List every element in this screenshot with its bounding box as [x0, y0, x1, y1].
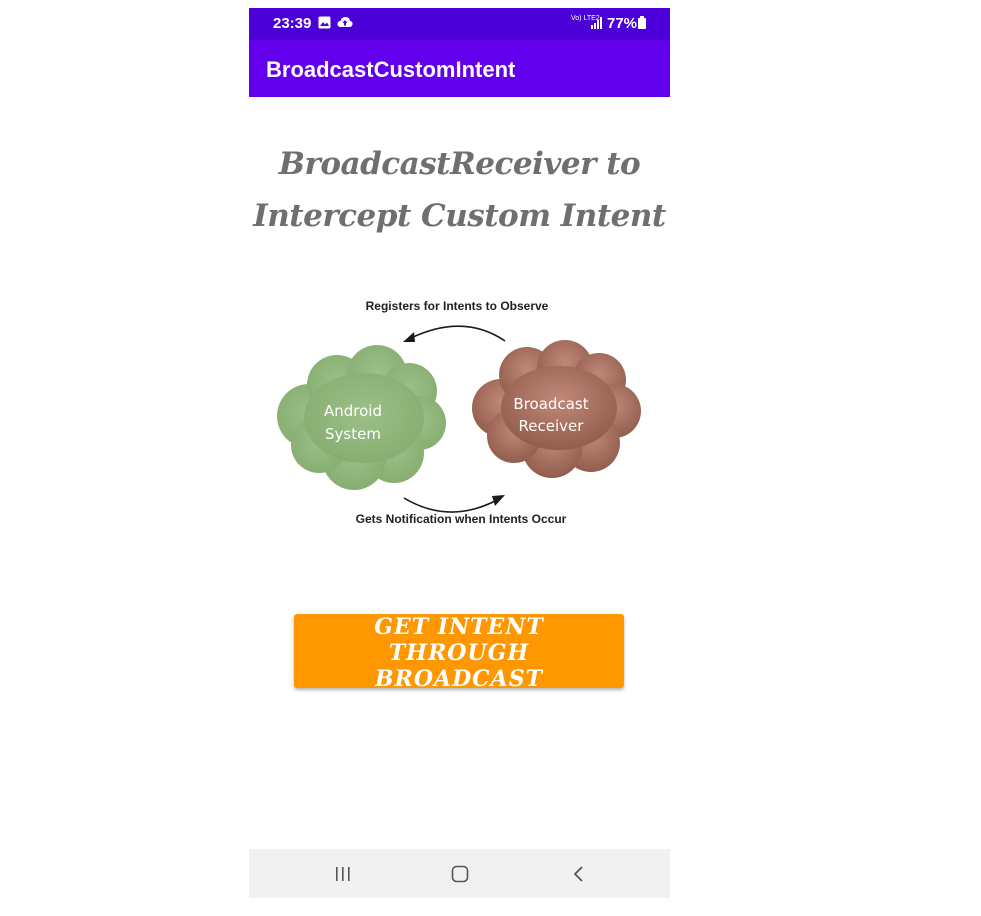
- image-icon: [318, 16, 331, 33]
- battery-percent: 77%: [607, 15, 638, 32]
- phone-screen: 23:39 Vo) LTE2 77% BroadcastCustomIntent…: [249, 8, 670, 898]
- battery-icon: [638, 16, 646, 33]
- signal-icon: [591, 16, 603, 33]
- headline-image: BroadcastReceiver to Intercept Custom In…: [249, 138, 670, 242]
- right-cloud-line1: Broadcast: [513, 395, 588, 413]
- broadcast-diagram: Registers for Intents to Observe Android…: [269, 293, 649, 533]
- back-icon[interactable]: [559, 859, 599, 889]
- top-arrow: [410, 325, 506, 342]
- headline-line2: Intercept Custom Intent: [253, 198, 666, 234]
- bottom-label: Gets Notification when Intents Occur: [356, 512, 567, 526]
- app-title: BroadcastCustomIntent: [266, 57, 516, 82]
- top-label: Registers for Intents to Observe: [366, 299, 549, 313]
- broadcast-receiver-cloud: Broadcast Receiver: [472, 340, 641, 478]
- right-cloud-line2: Receiver: [519, 417, 585, 435]
- button-label-line2: BROADCAST: [374, 666, 544, 692]
- left-cloud-line1: Android: [324, 402, 382, 420]
- android-system-cloud: Android System: [277, 345, 446, 490]
- button-label-line1: GET INTENT THROUGH: [374, 614, 544, 666]
- bottom-arrow: [403, 497, 498, 513]
- cloud-upload-icon: [337, 16, 353, 33]
- status-bar: 23:39 Vo) LTE2 77%: [249, 8, 670, 40]
- get-intent-button[interactable]: GET INTENT THROUGH BROADCAST: [294, 614, 624, 692]
- top-arrow-head-icon: [403, 332, 415, 342]
- headline-line1: BroadcastReceiver to: [278, 146, 641, 182]
- recents-icon[interactable]: [323, 859, 363, 889]
- status-time: 23:39: [273, 15, 312, 32]
- bottom-arrow-head-icon: [492, 495, 505, 506]
- app-bar: BroadcastCustomIntent: [249, 40, 670, 97]
- home-icon[interactable]: [440, 859, 480, 889]
- left-cloud-line2: System: [325, 425, 381, 443]
- nav-bar: [249, 849, 670, 898]
